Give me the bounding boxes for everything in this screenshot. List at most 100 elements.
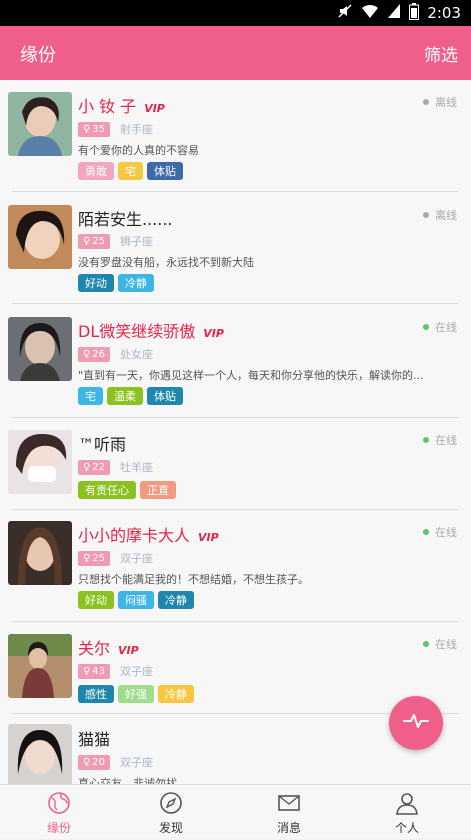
trait-tag: 好强	[118, 685, 154, 703]
status-dot-icon	[423, 641, 429, 647]
mail-icon	[277, 791, 301, 815]
female-icon: ♀	[82, 235, 91, 247]
nav-label: 消息	[276, 821, 301, 835]
tag-list: 有责任心 正直	[78, 481, 176, 499]
status-bar: 2:03	[0, 0, 471, 26]
pulse-icon	[403, 712, 429, 734]
status-time: 2:03	[427, 4, 461, 22]
age-badge: ♀ 43	[78, 663, 110, 679]
profile-name: ™听雨	[78, 435, 127, 454]
profile-list[interactable]: 小 钕 子 VIP 离线 ♀ 35 射手座 有个爱你的人真的不容易 勇敢 宅 体贴…	[0, 80, 471, 784]
zodiac-label: 双子座	[120, 552, 153, 565]
trait-tag: 冷静	[118, 274, 154, 292]
person-icon	[395, 791, 419, 815]
status-dot-icon	[423, 437, 429, 443]
tag-list: 勇敢 宅 体贴	[78, 162, 183, 180]
tag-list: 好动 冷静	[78, 274, 154, 292]
signal-icon	[387, 3, 401, 23]
profile-motto: 有个爱你的人真的不容易	[78, 144, 199, 157]
avatar[interactable]	[8, 724, 72, 784]
status-dot-icon	[423, 529, 429, 535]
nav-label: 个人	[394, 821, 419, 835]
zodiac-label: 牡羊座	[120, 461, 153, 474]
age-badge: ♀ 25	[78, 233, 110, 249]
list-item[interactable]: DL微笑继续骄傲 VIP 在线 ♀ 26 处女座 "直到有一天，你遇见这样一个人，…	[0, 304, 471, 418]
nav-label: 发现	[158, 821, 183, 835]
profile-motto: 只想找个能满足我的！不想结婚，不想生孩子。	[78, 573, 309, 586]
trait-tag: 感性	[78, 685, 114, 703]
age-badge: ♀ 20	[78, 754, 110, 770]
nav-item-profile[interactable]: 个人	[348, 785, 466, 840]
age-badge: ♀ 35	[78, 121, 110, 137]
nav-label: 缘份	[46, 821, 71, 835]
avatar[interactable]	[8, 634, 72, 698]
profile-name: 猫猫	[78, 730, 111, 749]
nav-item-messages[interactable]: 消息	[230, 785, 348, 840]
tag-list: 感性 好强 冷静	[78, 685, 194, 703]
app-header: 缘份 筛选	[0, 26, 471, 80]
avatar[interactable]	[8, 430, 72, 494]
trait-tag: 有责任心	[78, 481, 136, 499]
list-item[interactable]: ™听雨 在线 ♀ 22 牡羊座 有责任心 正直	[0, 418, 471, 510]
bottom-nav: 缘份 发现 消息 个人	[0, 784, 471, 839]
avatar[interactable]	[8, 205, 72, 269]
tag-list: 好动 闷骚 冷静	[78, 591, 194, 609]
nav-item-discover[interactable]: 发现	[112, 785, 230, 840]
avatar[interactable]	[8, 317, 72, 381]
trait-tag: 体贴	[147, 162, 183, 180]
trait-tag: 闷骚	[118, 591, 154, 609]
avatar[interactable]	[8, 521, 72, 585]
vip-badge: VIP	[144, 102, 165, 115]
profile-name: 关尔	[78, 639, 111, 658]
list-item[interactable]: 陌若安生...... 离线 ♀ 25 狮子座 没有罗盘没有船，永远找不到新大陆 好…	[0, 192, 471, 304]
profile-motto: 没有罗盘没有船，永远找不到新大陆	[78, 256, 254, 269]
online-status: 在线	[423, 432, 457, 448]
tag-list: 宅 温柔 体贴	[78, 387, 183, 405]
globe-icon	[47, 791, 71, 815]
vip-badge: VIP	[118, 644, 139, 657]
zodiac-label: 射手座	[120, 123, 153, 136]
zodiac-label: 狮子座	[120, 235, 153, 248]
zodiac-label: 处女座	[120, 348, 153, 361]
nav-item-fate[interactable]: 缘份	[0, 785, 118, 840]
battery-icon	[409, 2, 420, 24]
trait-tag: 宅	[118, 162, 143, 180]
zodiac-label: 双子座	[120, 756, 153, 769]
trait-tag: 温柔	[107, 387, 143, 405]
pulse-fab-button[interactable]	[389, 696, 443, 750]
trait-tag: 宅	[78, 387, 103, 405]
zodiac-label: 双子座	[120, 665, 153, 678]
female-icon: ♀	[82, 461, 91, 473]
profile-name: 小小的摩卡大人	[78, 526, 191, 545]
status-dot-icon	[423, 99, 429, 105]
list-item[interactable]: 小 钕 子 VIP 离线 ♀ 35 射手座 有个爱你的人真的不容易 勇敢 宅 体贴	[0, 80, 471, 192]
vip-badge: VIP	[203, 327, 224, 340]
page-title: 缘份	[20, 45, 56, 66]
profile-motto: 真心交友，非诚勿扰	[78, 777, 177, 784]
female-icon: ♀	[82, 665, 91, 677]
trait-tag: 好动	[78, 591, 114, 609]
status-dot-icon	[423, 212, 429, 218]
online-status: 离线	[423, 94, 457, 110]
wifi-icon	[361, 3, 379, 23]
online-status: 离线	[423, 207, 457, 223]
trait-tag: 冷静	[158, 685, 194, 703]
female-icon: ♀	[82, 348, 91, 360]
vip-badge: VIP	[198, 531, 219, 544]
profile-motto: "直到有一天，你遇见这样一个人，每天和你分享他的快乐，解读你的...	[78, 369, 424, 382]
profile-name: 小 钕 子	[78, 97, 137, 116]
online-status: 在线	[423, 636, 457, 652]
trait-tag: 体贴	[147, 387, 183, 405]
compass-icon	[159, 791, 183, 815]
female-icon: ♀	[82, 552, 91, 564]
online-status: 在线	[423, 319, 457, 335]
profile-name: DL微笑继续骄傲	[78, 322, 196, 341]
age-badge: ♀ 25	[78, 550, 110, 566]
trait-tag: 好动	[78, 274, 114, 292]
mute-icon	[337, 3, 353, 23]
avatar[interactable]	[8, 92, 72, 156]
trait-tag: 勇敢	[78, 162, 114, 180]
filter-button[interactable]: 筛选	[424, 41, 458, 66]
female-icon: ♀	[82, 756, 91, 768]
list-item[interactable]: 小小的摩卡大人 VIP 在线 ♀ 25 双子座 只想找个能满足我的！不想结婚，不想…	[0, 510, 471, 622]
